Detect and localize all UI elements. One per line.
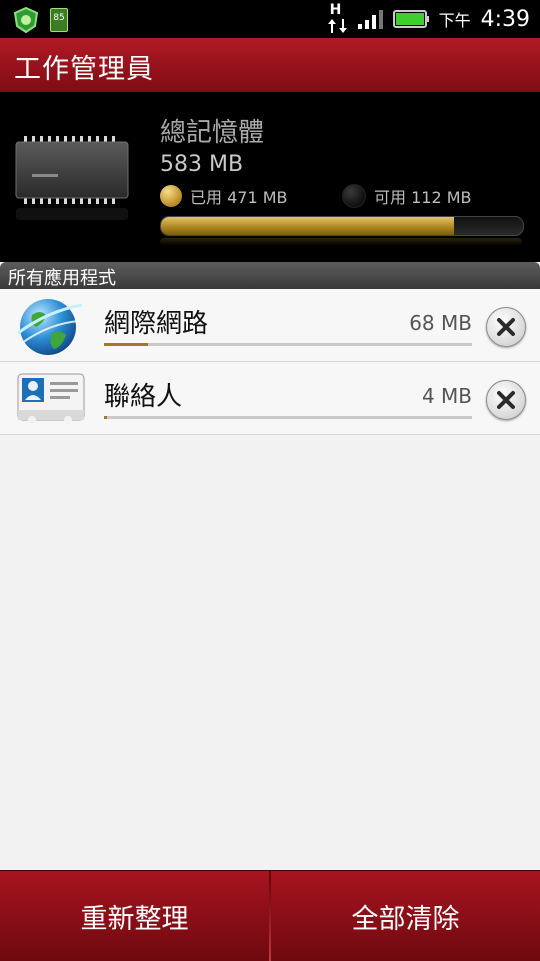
clear-all-button[interactable]: 全部清除 xyxy=(271,871,540,961)
app-usage-bar xyxy=(104,343,472,346)
used-label: 已用 471 MB xyxy=(190,188,288,207)
battery-badge-icon: 85 xyxy=(50,8,68,32)
free-dot-icon xyxy=(342,184,366,208)
memory-panel: 總記憶體 583 MB 已用 471 MB 可用 112 MB xyxy=(0,92,540,262)
close-app-button[interactable] xyxy=(486,307,526,347)
bottom-action-bar: 重新整理 全部清除 xyxy=(0,870,540,961)
list-item-internet[interactable]: 網際網路 68 MB xyxy=(0,289,540,362)
app-list: 網際網路 68 MB 聯絡人 4 MB xyxy=(0,289,540,435)
section-header: 所有應用程式 xyxy=(0,262,540,289)
memory-usage-bar xyxy=(160,216,524,236)
memory-total: 583 MB xyxy=(160,152,244,177)
refresh-button[interactable]: 重新整理 xyxy=(0,871,269,961)
close-icon xyxy=(497,318,515,336)
app-name: 聯絡人 xyxy=(104,382,183,412)
section-label: 所有應用程式 xyxy=(8,268,116,289)
legend-used: 已用 471 MB xyxy=(160,184,288,208)
memory-bar-reflection xyxy=(160,238,522,246)
list-item-contacts[interactable]: 聯絡人 4 MB xyxy=(0,362,540,435)
time-ampm: 下午 xyxy=(438,11,471,30)
legend-free: 可用 112 MB xyxy=(342,184,472,208)
contact-card-icon xyxy=(17,373,85,424)
clock: 4:39 xyxy=(480,6,530,32)
title-bar: 工作管理員 xyxy=(0,38,540,93)
close-app-button[interactable] xyxy=(486,380,526,420)
free-label: 可用 112 MB xyxy=(374,188,472,207)
app-usage-fill xyxy=(104,343,149,346)
status-bar: 85 H 下午 4:39 xyxy=(0,0,540,38)
battery-icon xyxy=(392,10,429,28)
signal-strength-icon xyxy=(357,10,383,29)
app-name: 網際網路 xyxy=(104,309,209,339)
app-size: 68 MB xyxy=(409,311,472,335)
page-title: 工作管理員 xyxy=(14,54,154,85)
app-usage-fill xyxy=(104,416,107,419)
close-icon xyxy=(497,391,515,409)
app-size: 4 MB xyxy=(421,384,472,408)
memory-title: 總記憶體 xyxy=(160,118,265,148)
security-shield-icon xyxy=(13,6,39,34)
app-usage-bar xyxy=(104,416,472,419)
memory-usage-fill xyxy=(161,217,455,235)
globe-icon xyxy=(17,299,83,355)
data-activity-icon: H xyxy=(327,2,349,34)
used-dot-icon xyxy=(160,185,182,207)
memory-chip-icon xyxy=(15,136,129,220)
